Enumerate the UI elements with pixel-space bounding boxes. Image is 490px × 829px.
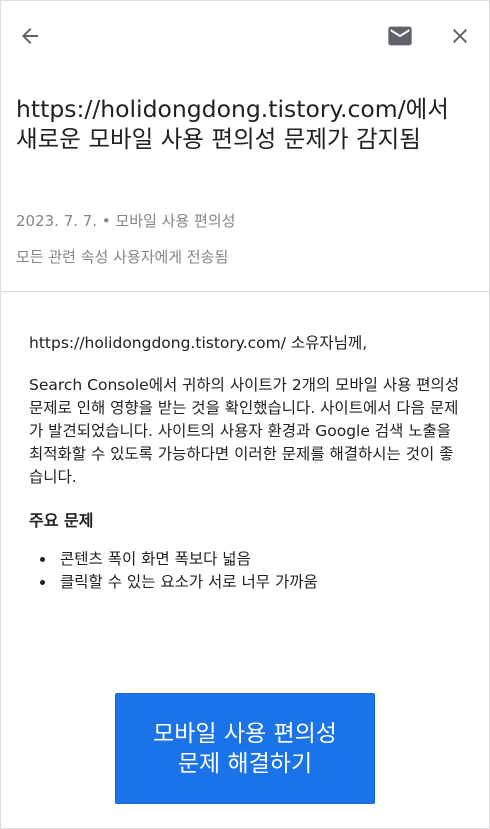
list-item: 콘텐츠 폭이 화면 폭보다 넓음 xyxy=(56,548,461,571)
message-body: https://holidongdong.tistory.com/ 소유자님께,… xyxy=(29,332,461,594)
email-message-view: https://holidongdong.tistory.com/에서 새로운 … xyxy=(0,0,490,829)
close-icon xyxy=(453,29,467,43)
top-action-bar xyxy=(1,1,489,71)
cta-line-1: 모바일 사용 편의성 xyxy=(153,720,337,747)
issues-heading: 주요 문제 xyxy=(29,511,94,530)
mail-button[interactable] xyxy=(382,18,418,54)
envelope-icon xyxy=(388,26,412,46)
fix-mobile-usability-button[interactable]: 모바일 사용 편의성 문제 해결하기 xyxy=(115,693,375,804)
back-button[interactable] xyxy=(12,18,48,54)
close-button[interactable] xyxy=(442,18,478,54)
message-date-category: 2023. 7. 7. • 모바일 사용 편의성 xyxy=(16,212,236,230)
greeting: https://holidongdong.tistory.com/ 소유자님께, xyxy=(29,334,368,352)
header-divider xyxy=(1,291,489,292)
issues-list: 콘텐츠 폭이 화면 폭보다 넓음 클릭할 수 있는 요소가 서로 너무 가까움 xyxy=(29,548,461,594)
message-recipients: 모든 관련 속성 사용자에게 전송됨 xyxy=(16,248,229,266)
body-paragraph: Search Console에서 귀하의 사이트가 2개의 모바일 사용 편의성… xyxy=(29,376,460,486)
list-item: 클릭할 수 있는 요소가 서로 너무 가까움 xyxy=(56,571,461,594)
message-title: https://holidongdong.tistory.com/에서 새로운 … xyxy=(16,95,449,153)
cta-line-2: 문제 해결하기 xyxy=(177,750,313,777)
arrow-left-icon xyxy=(22,28,38,44)
